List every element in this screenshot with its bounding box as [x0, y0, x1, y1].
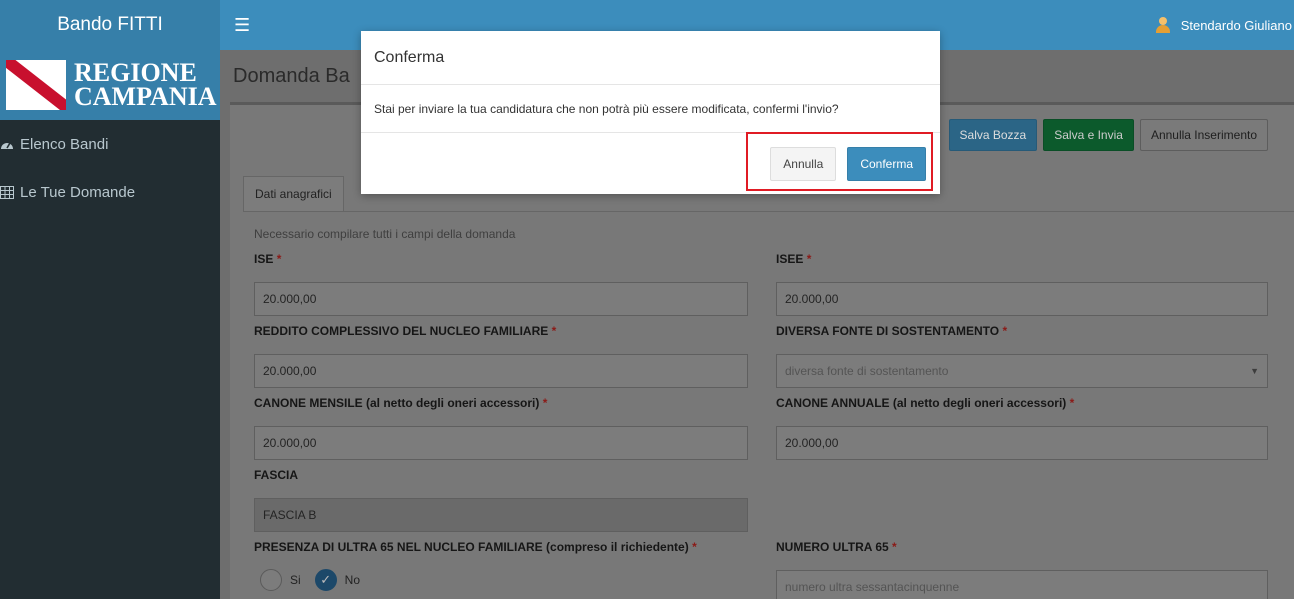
radio-si-label: Si [290, 573, 301, 587]
chevron-down-icon: ▼ [1250, 366, 1259, 376]
canone-mensile-input[interactable]: 20.000,00 [254, 426, 748, 460]
action-toolbar: Salva Bozza Salva e Invia Annulla Inseri… [948, 119, 1268, 151]
modal-title: Conferma [361, 31, 940, 85]
radio-si[interactable] [260, 569, 282, 591]
user-menu[interactable]: Stendardo Giuliano [1155, 17, 1294, 33]
radio-no[interactable]: ✓ [314, 569, 337, 591]
tabs-divider [243, 211, 1294, 212]
form-hint: Necessario compilare tutti i campi della… [254, 227, 516, 241]
ise-input[interactable]: 20.000,00 [254, 282, 748, 316]
numero-ultra65-field-group: NUMERO ULTRA 65 * numero ultra sessantac… [776, 540, 1268, 599]
region-logo: REGIONE CAMPANIA [0, 50, 220, 120]
save-draft-button[interactable]: Salva Bozza [948, 119, 1038, 151]
isee-input[interactable]: 20.000,00 [776, 282, 1268, 316]
ise-field-group: ISE * 20.000,00 [254, 252, 748, 316]
user-name: Stendardo Giuliano [1180, 17, 1292, 33]
fascia-input: FASCIA B [254, 498, 748, 532]
save-and-send-button[interactable]: Salva e Invia [1043, 119, 1134, 151]
numero-ultra65-label: NUMERO ULTRA 65 * [776, 540, 897, 554]
numero-ultra65-input[interactable]: numero ultra sessantacinquenne [776, 570, 1268, 599]
reddito-label: REDDITO COMPLESSIVO DEL NUCLEO FAMILIARE… [254, 324, 557, 338]
isee-field-group: ISEE * 20.000,00 [776, 252, 1268, 316]
sidebar-item-elenco-bandi[interactable]: Elenco Bandi [0, 120, 220, 168]
ultra65-field-group: PRESENZA DI ULTRA 65 NEL NUCLEO FAMILIAR… [254, 540, 748, 558]
fonte-field-group: DIVERSA FONTE DI SOSTENTAMENTO * diversa… [776, 324, 1268, 388]
form-tabs: Dati anagrafici [243, 176, 344, 211]
region-flag-icon [6, 60, 66, 110]
canone-annuale-label: CANONE ANNUALE (al netto degli oneri acc… [776, 396, 1075, 410]
sidebar: REGIONE CAMPANIA Elenco Bandi Le Tue Dom… [0, 50, 220, 599]
radio-no-label: No [344, 573, 361, 587]
ultra65-radio-group: Si ✓ No [230, 569, 360, 591]
fascia-label: FASCIA [254, 468, 299, 482]
ise-label: ISE * [254, 252, 282, 266]
ultra65-label: PRESENZA DI ULTRA 65 NEL NUCLEO FAMILIAR… [254, 540, 697, 554]
canone-annuale-input[interactable]: 20.000,00 [776, 426, 1268, 460]
highlight-box [746, 132, 933, 191]
dashboard-icon [0, 137, 14, 151]
canone-annuale-field-group: CANONE ANNUALE (al netto degli oneri acc… [776, 396, 1268, 460]
reddito-field-group: REDDITO COMPLESSIVO DEL NUCLEO FAMILIARE… [254, 324, 748, 388]
sidebar-item-le-tue-domande[interactable]: Le Tue Domande [0, 168, 220, 216]
cancel-insert-button[interactable]: Annulla Inserimento [1139, 119, 1268, 151]
logo-text: REGIONE CAMPANIA [74, 58, 217, 111]
fonte-label: DIVERSA FONTE DI SOSTENTAMENTO * [776, 324, 1008, 338]
modal-message: Stai per inviare la tua candidatura che … [361, 85, 940, 133]
fascia-field-group: FASCIA FASCIA B [254, 468, 748, 532]
canone-mensile-field-group: CANONE MENSILE (al netto degli oneri acc… [254, 396, 748, 460]
table-icon [0, 185, 14, 199]
canone-mensile-label: CANONE MENSILE (al netto degli oneri acc… [254, 396, 548, 410]
reddito-input[interactable]: 20.000,00 [254, 354, 748, 388]
user-avatar-icon [1155, 17, 1171, 33]
brand-title[interactable]: Bando FITTI [0, 0, 220, 50]
hamburger-icon[interactable]: ☰ [234, 15, 250, 36]
check-icon: ✓ [320, 572, 332, 587]
fonte-select[interactable]: diversa fonte di sostentamento ▼ [776, 354, 1268, 388]
tab-dati-anagrafici[interactable]: Dati anagrafici [243, 176, 344, 211]
isee-label: ISEE * [776, 252, 812, 266]
